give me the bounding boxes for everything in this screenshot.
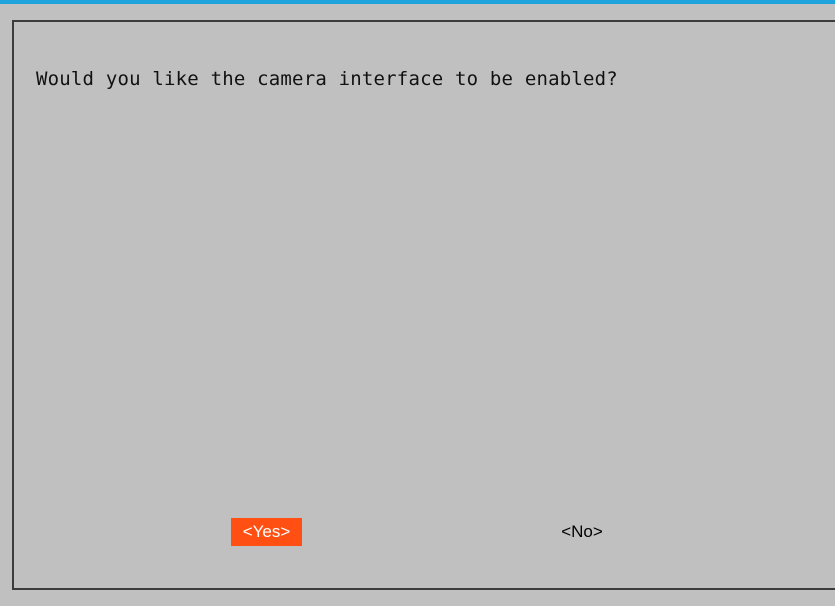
dialog-question: Would you like the camera interface to b… [36, 68, 618, 90]
window-top-border [0, 0, 835, 4]
terminal-screen: Would you like the camera interface to b… [0, 0, 835, 606]
yes-button[interactable]: <Yes> [231, 518, 302, 546]
confirm-dialog: Would you like the camera interface to b… [12, 20, 835, 590]
no-button[interactable]: <No> [552, 518, 612, 546]
